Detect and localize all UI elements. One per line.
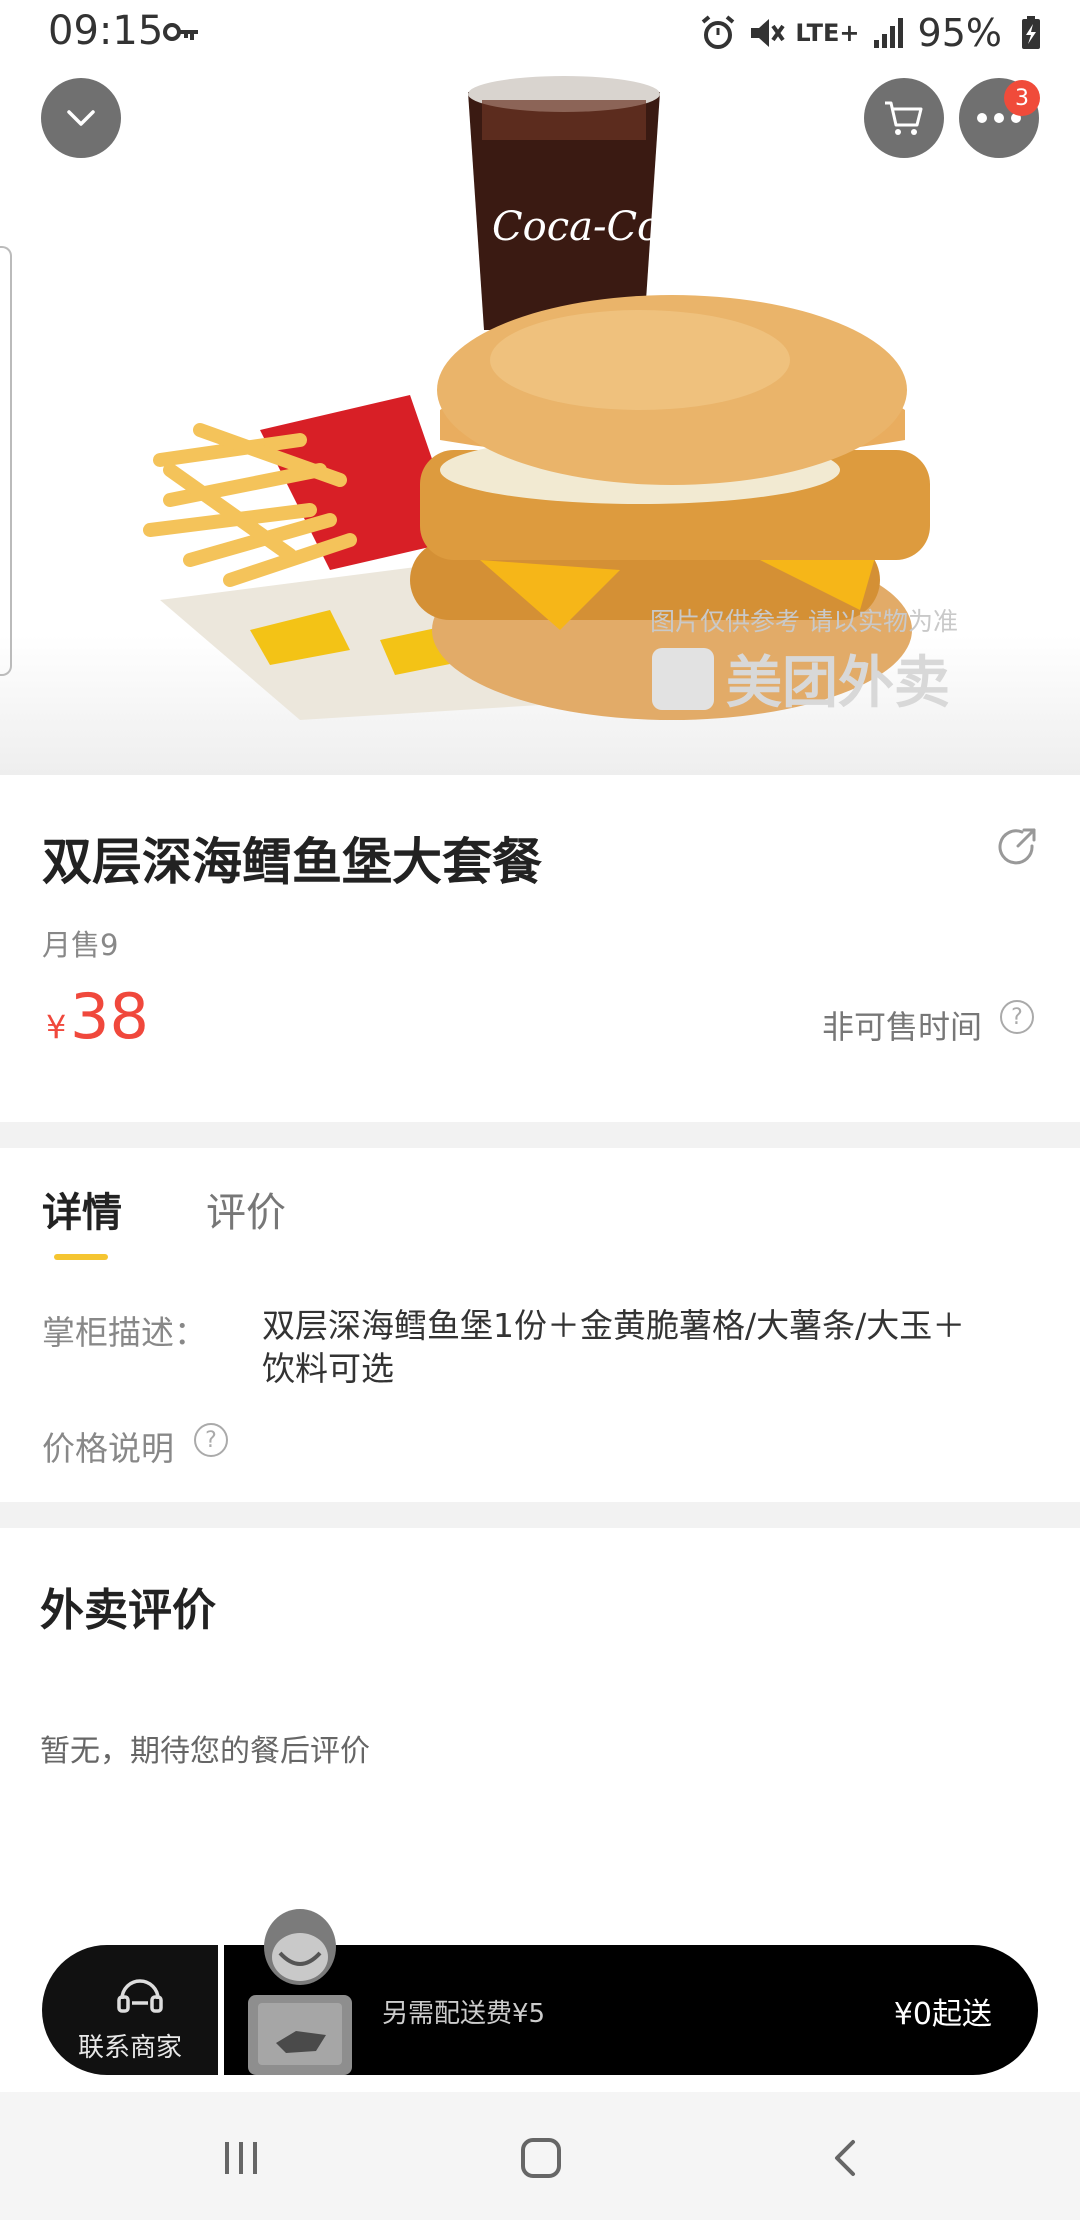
battery-icon <box>1022 16 1040 49</box>
battery-percent: 95% <box>917 11 1002 55</box>
tab-details[interactable]: 详情 <box>42 1180 122 1238</box>
description-label: 掌柜描述： <box>42 1313 207 1352</box>
status-time: 09:15 <box>48 8 164 54</box>
active-tab-indicator <box>54 1254 108 1260</box>
price-note-label[interactable]: 价格说明 <box>42 1422 174 1470</box>
meituan-logo-icon <box>652 647 714 710</box>
help-icon[interactable]: ? <box>1000 1000 1034 1034</box>
courier-mascot-icon <box>248 1909 352 2075</box>
home-icon <box>521 2138 561 2178</box>
chevron-down-icon <box>67 110 95 126</box>
unavailable-time-label: 非可售时间 <box>821 1008 982 1046</box>
delivery-fee: 另需配送费¥5 <box>382 1999 546 2029</box>
key-icon <box>163 23 198 41</box>
contact-merchant-label: 联系商家 <box>77 2033 182 2063</box>
alarm-icon <box>702 15 735 49</box>
reviews-empty-text: 暂无，期待您的餐后评价 <box>40 1734 370 1769</box>
collapse-button[interactable] <box>41 78 121 158</box>
reviews-title: 外卖评价 <box>40 1585 216 1636</box>
price-value: 38 <box>70 980 149 1053</box>
watermark-note: 图片仅供参考 请以实物为准 <box>650 607 958 636</box>
signal-icon <box>873 18 903 48</box>
status-icons: LTE+ 95% <box>699 8 1050 58</box>
price-currency: ¥ <box>46 1008 67 1046</box>
network-type: LTE+ <box>795 19 860 47</box>
system-nav-bar <box>0 2092 1080 2220</box>
tab-reviews[interactable]: 评价 <box>206 1180 286 1238</box>
monthly-sales: 月售9 <box>42 928 119 962</box>
section-divider <box>0 1122 1080 1148</box>
back-chevron-icon <box>835 2140 855 2176</box>
shopping-cart-icon <box>885 101 923 135</box>
watermark-brand: 美团外卖 <box>652 638 950 719</box>
back-button[interactable] <box>815 2128 875 2188</box>
notification-badge: 3 <box>1004 80 1040 116</box>
home-button[interactable] <box>511 2128 571 2188</box>
share-icon[interactable] <box>996 826 1038 868</box>
cart-button[interactable] <box>864 78 944 158</box>
price-help-icon[interactable]: ? <box>194 1423 228 1457</box>
status-bar: 09:15 LTE+ 95% <box>0 0 1080 66</box>
side-drawer-handle[interactable] <box>0 246 12 676</box>
mute-icon <box>751 19 785 47</box>
minimum-order: ¥0起送 <box>893 1997 992 2032</box>
svg-text:Coca-Cola: Coca-Cola <box>492 204 698 250</box>
recents-icon <box>225 2142 257 2174</box>
section-divider <box>0 1502 1080 1528</box>
recent-apps-button[interactable] <box>211 2128 271 2188</box>
product-name: 双层深海鳕鱼堡大套餐 <box>42 833 542 891</box>
headset-icon <box>117 1979 163 2013</box>
contact-merchant-button[interactable]: 联系商家 <box>42 1945 218 2075</box>
description-text: 双层深海鳕鱼堡1份＋金黄脆薯格/大薯条/大玉＋饮料可选 <box>262 1306 966 1388</box>
